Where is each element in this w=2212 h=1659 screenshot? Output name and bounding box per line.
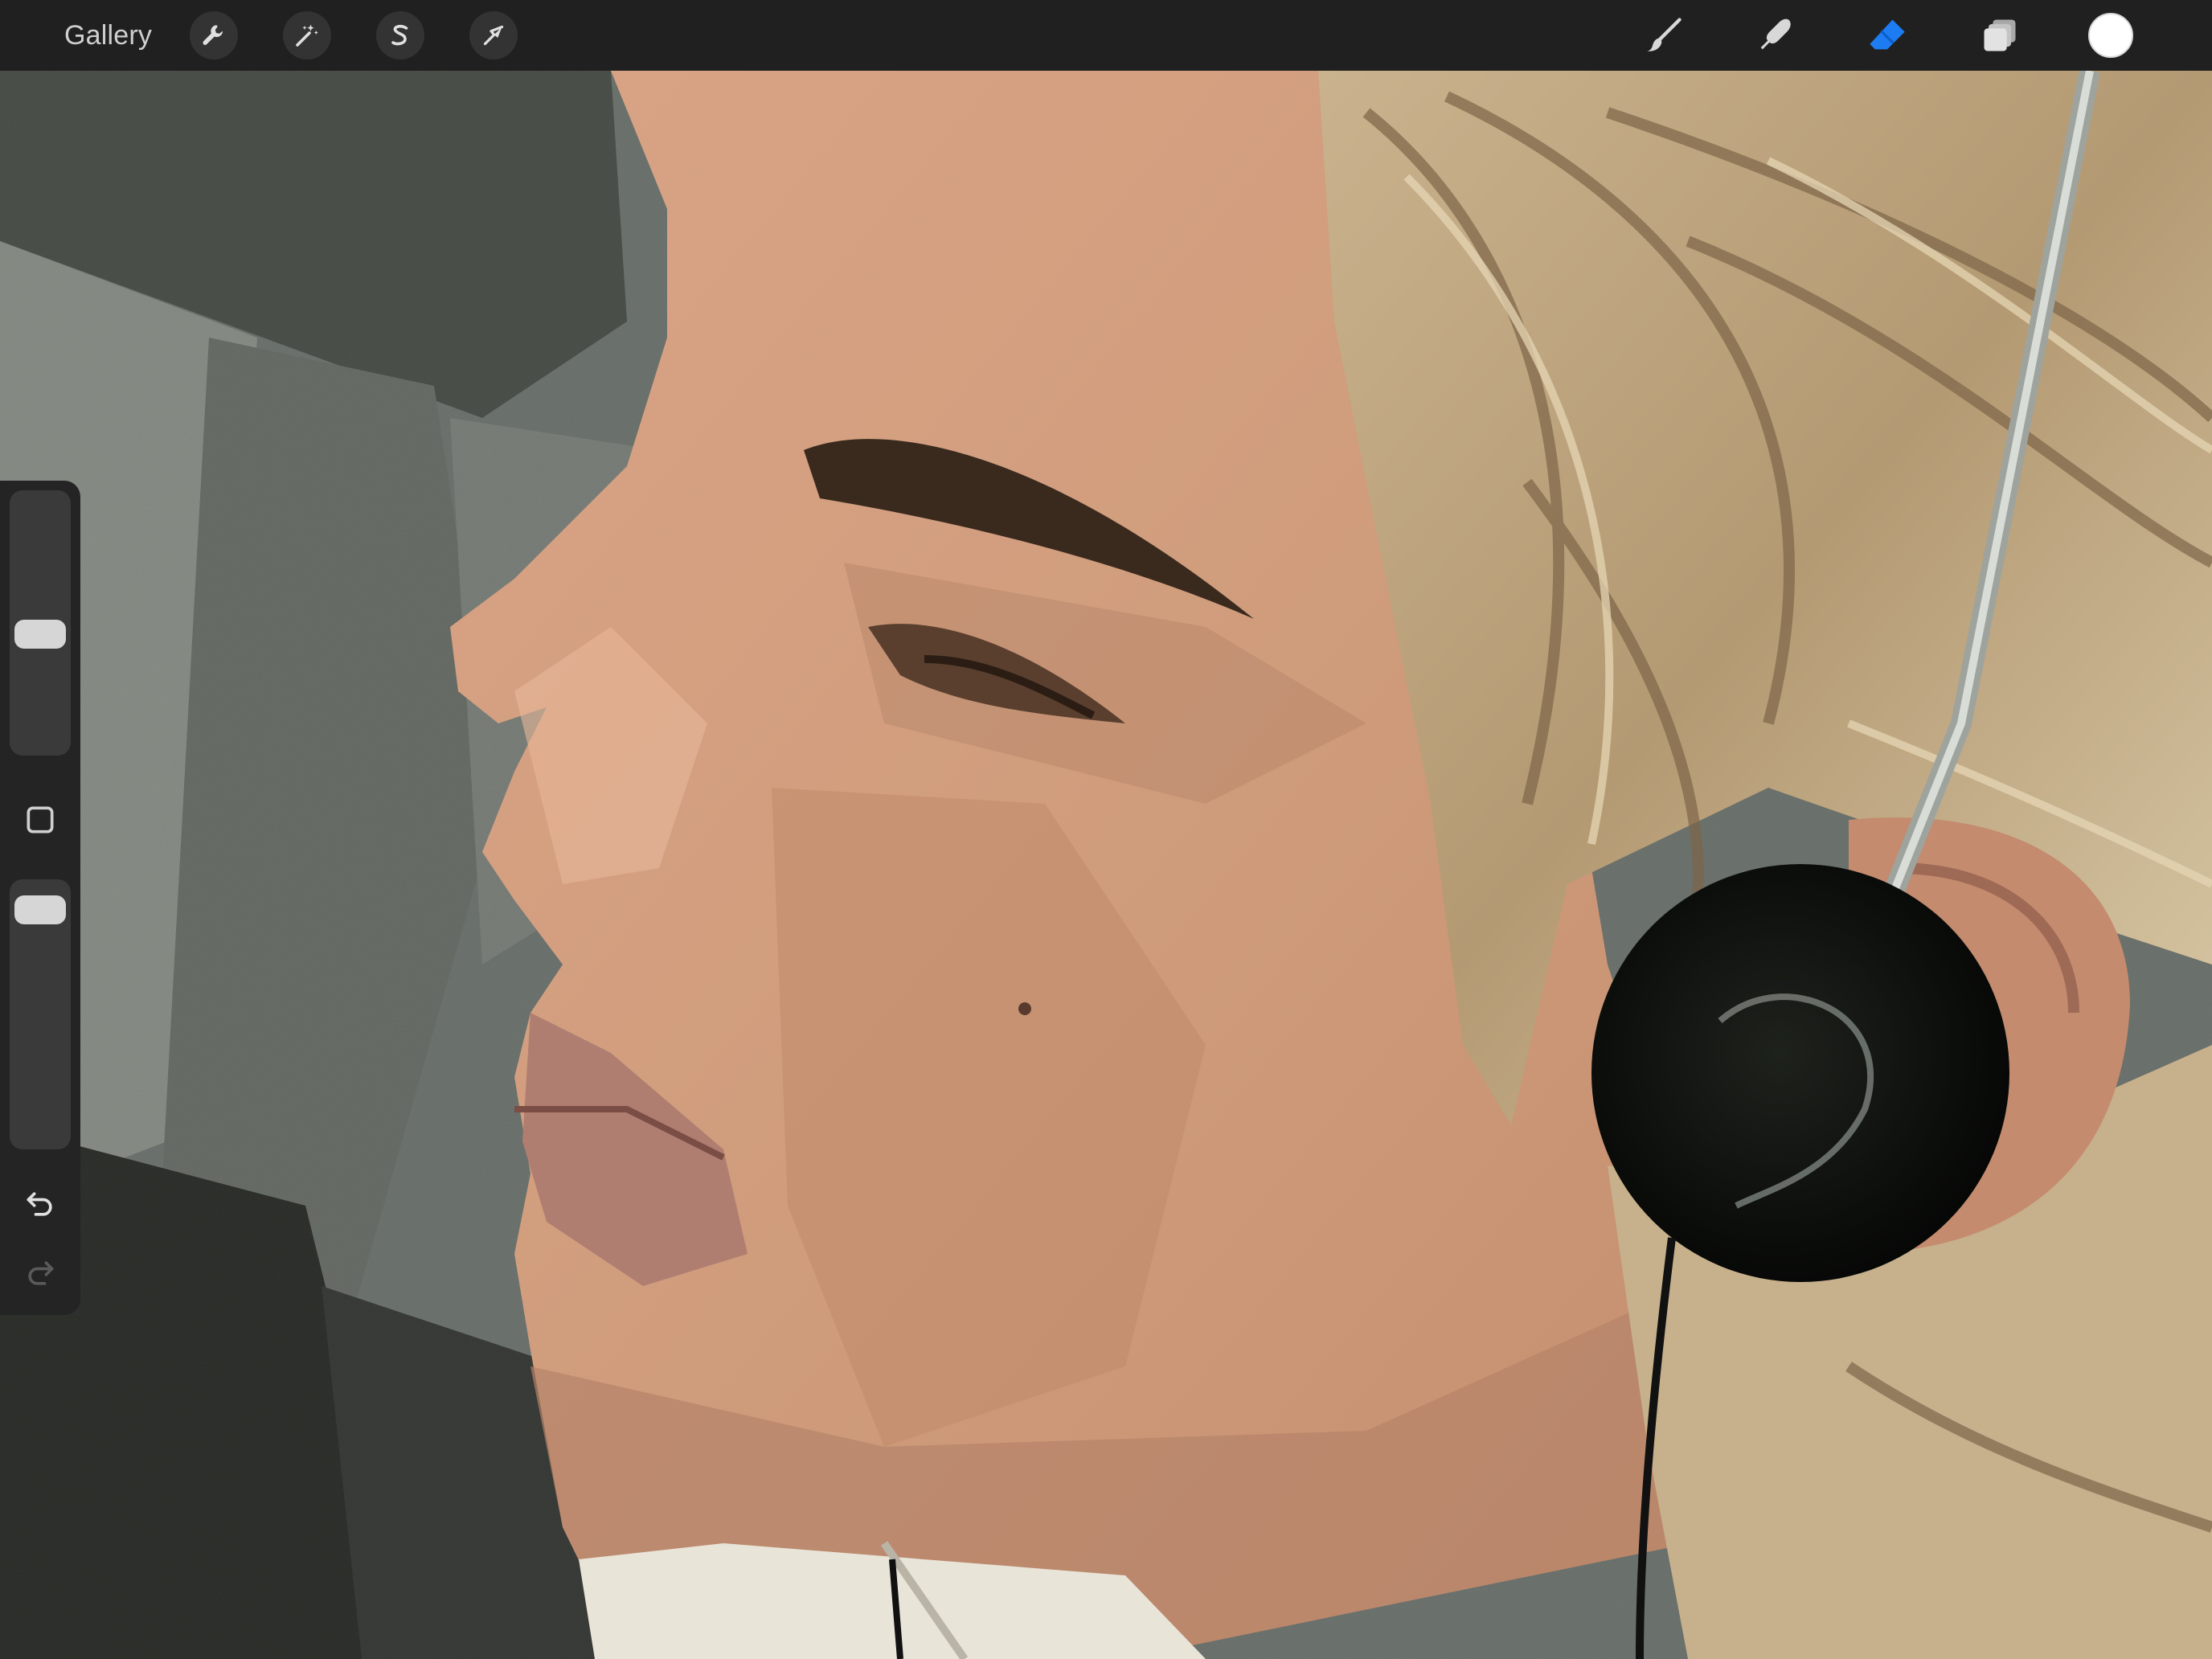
opacity-slider[interactable]	[10, 879, 71, 1149]
adjustments-button[interactable]	[283, 11, 331, 59]
layers-button[interactable]	[1976, 11, 2024, 59]
brush-icon	[1647, 18, 1682, 51]
wrench-icon	[203, 25, 223, 45]
brush-size-thumb[interactable]	[14, 620, 66, 649]
undo-arrow-icon	[27, 1192, 52, 1216]
brush-size-slider[interactable]	[10, 490, 71, 756]
top-toolbar: Gallery	[0, 0, 2212, 71]
magic-wand-icon	[296, 24, 318, 47]
layers-icon	[1984, 19, 2016, 51]
opacity-thumb[interactable]	[14, 895, 66, 925]
eraser-tool-button[interactable]	[1863, 11, 1911, 59]
square-icon	[27, 806, 54, 834]
transform-button[interactable]	[469, 11, 518, 59]
undo-button[interactable]	[18, 1182, 63, 1227]
drawing-canvas[interactable]	[0, 0, 2212, 1659]
smudge-tool-button[interactable]	[1751, 11, 1799, 59]
modify-button[interactable]	[18, 797, 63, 842]
redo-button[interactable]	[18, 1251, 63, 1296]
procreate-app: Gallery	[0, 0, 2212, 1659]
color-picker-button[interactable]	[2088, 13, 2133, 58]
brush-tool-button[interactable]	[1640, 11, 1688, 59]
eraser-icon	[1870, 19, 1905, 50]
gallery-button[interactable]: Gallery	[64, 0, 152, 71]
redo-arrow-icon	[28, 1261, 54, 1285]
left-sidebar	[0, 481, 80, 1315]
arrow-cursor-icon	[483, 25, 504, 46]
selection-s-icon	[391, 24, 408, 46]
selection-button[interactable]	[376, 11, 424, 59]
smudge-finger-icon	[1760, 18, 1791, 50]
actions-button[interactable]	[190, 11, 238, 59]
